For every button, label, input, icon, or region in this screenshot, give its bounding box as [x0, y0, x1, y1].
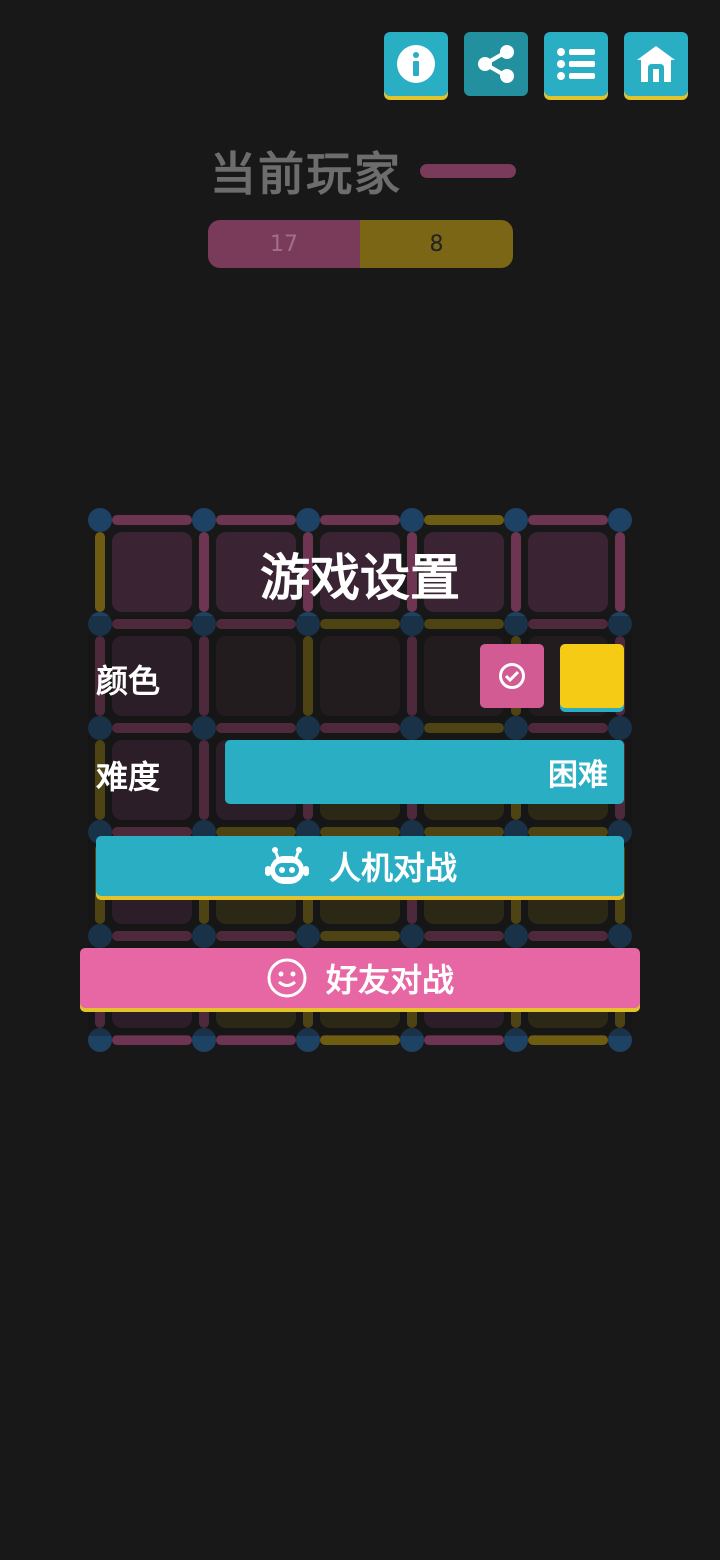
dialog-title: 游戏设置 — [260, 549, 460, 607]
board-dot — [400, 508, 424, 532]
board-dot — [296, 508, 320, 532]
board-dot — [88, 508, 112, 532]
board-edge-horizontal[interactable] — [320, 515, 400, 525]
board-edge-horizontal[interactable] — [216, 515, 296, 525]
color-option-pink[interactable] — [480, 644, 544, 708]
check-icon — [499, 663, 525, 689]
game-screen: 当前玩家 17 8 游戏设置 颜色 难度 困难 人机对战 好友对战 — [0, 0, 720, 1560]
board-edge-horizontal[interactable] — [424, 1035, 504, 1045]
difficulty-select[interactable]: 困难 — [225, 740, 624, 804]
vs-ai-label: 人机对战 — [328, 849, 457, 887]
board-edge-horizontal[interactable] — [112, 1035, 192, 1045]
vs-friend-button[interactable]: 好友对战 — [80, 948, 640, 1008]
vs-friend-label: 好友对战 — [325, 961, 454, 999]
board-edge-horizontal[interactable] — [424, 515, 504, 525]
board-edge-horizontal[interactable] — [320, 1035, 400, 1045]
board-edge-horizontal[interactable] — [216, 1035, 296, 1045]
color-label: 颜色 — [96, 662, 161, 700]
difficulty-label: 难度 — [96, 758, 161, 796]
board-dot — [192, 508, 216, 532]
difficulty-value: 困难 — [548, 758, 608, 793]
smiley-icon — [266, 957, 308, 999]
robot-icon — [263, 846, 311, 886]
color-option-yellow[interactable] — [560, 644, 624, 708]
board-dot — [504, 508, 528, 532]
board-dot — [608, 508, 632, 532]
board-edge-horizontal[interactable] — [528, 1035, 608, 1045]
board-edge-horizontal[interactable] — [112, 515, 192, 525]
vs-ai-button[interactable]: 人机对战 — [96, 836, 624, 896]
board-edge-horizontal[interactable] — [528, 515, 608, 525]
